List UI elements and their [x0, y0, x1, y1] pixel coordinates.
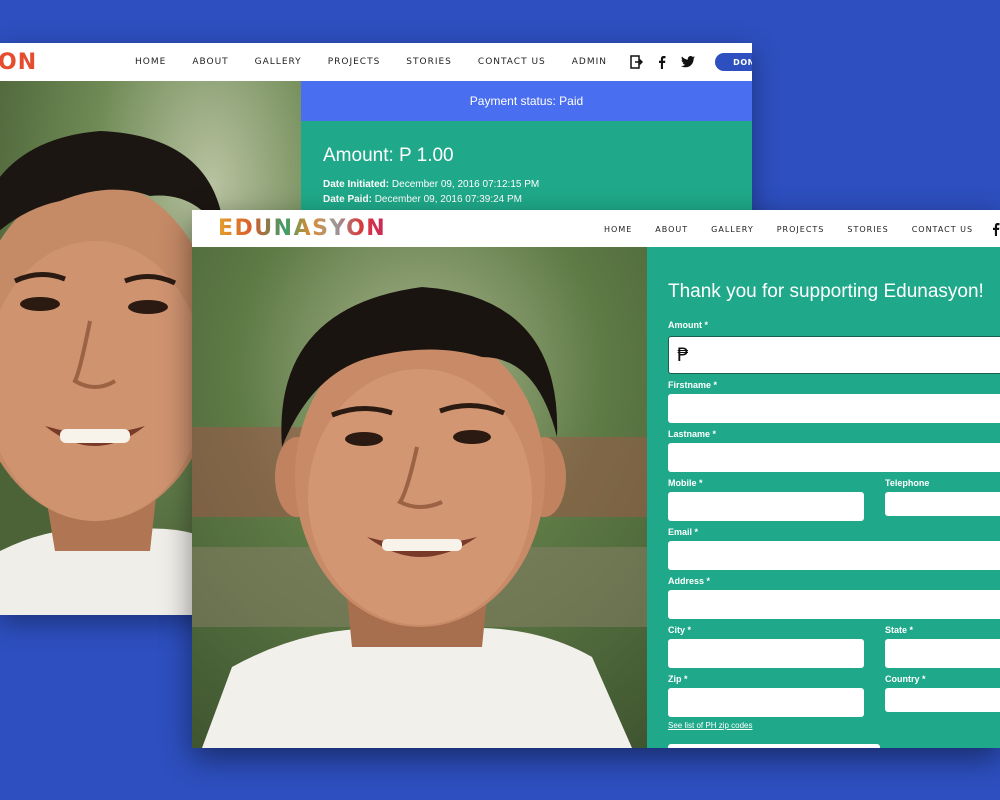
city-input[interactable]	[668, 639, 864, 668]
country-input[interactable]	[885, 688, 1000, 712]
back-nav-projects[interactable]: PROJECTS	[328, 57, 381, 67]
amount-label: Amount *	[668, 320, 708, 330]
date-paid-label: Date Paid:	[323, 194, 372, 205]
date-initiated-value: December 09, 2016 07:12:15 PM	[391, 179, 540, 190]
mobile-label: Mobile *	[668, 478, 703, 488]
state-input[interactable]	[885, 639, 1000, 668]
payment-status-bar: Payment status: Paid	[301, 81, 752, 121]
firstname-label: Firstname *	[668, 380, 718, 390]
zip-input[interactable]	[668, 688, 864, 717]
edunasyon-logo[interactable]: EDUNASYON	[218, 216, 386, 241]
lastname-input[interactable]	[668, 443, 1000, 472]
email-label: Email *	[668, 527, 699, 537]
twitter-icon[interactable]	[681, 55, 695, 69]
front-nav-links: HOME ABOUT GALLERY PROJECTS STORIES CONT…	[604, 210, 1000, 248]
back-nav-home[interactable]: HOME	[135, 57, 166, 67]
next-field-input[interactable]	[668, 744, 880, 748]
back-logo-text: ON	[0, 50, 38, 75]
address-input[interactable]	[668, 590, 1000, 619]
back-nav-gallery[interactable]: GALLERY	[255, 57, 302, 67]
lastname-label: Lastname *	[668, 429, 717, 439]
mobile-input[interactable]	[668, 492, 864, 521]
state-label: State *	[885, 625, 914, 635]
telephone-input[interactable]	[885, 492, 1000, 516]
back-nav-admin[interactable]: ADMIN	[572, 57, 607, 67]
address-label: Address *	[668, 576, 711, 586]
back-navbar: ON HOME ABOUT GALLERY PROJECTS STORIES C…	[0, 43, 752, 81]
amount-heading: Amount: P 1.00	[323, 145, 454, 166]
zip-label: Zip *	[668, 674, 688, 684]
back-nav-about[interactable]: ABOUT	[192, 57, 228, 67]
email-input[interactable]	[668, 541, 1000, 570]
payment-status-text: Payment status: Paid	[469, 94, 584, 108]
country-label: Country *	[885, 674, 926, 684]
logout-icon[interactable]	[629, 55, 643, 69]
donation-form: Thank you for supporting Edunasyon! Amou…	[647, 247, 1000, 748]
date-initiated-row: Date Initiated: December 09, 2016 07:12:…	[323, 177, 730, 192]
front-nav-gallery[interactable]: GALLERY	[711, 225, 754, 234]
logo-text: EDUNASYON	[218, 216, 387, 241]
back-nav-contact[interactable]: CONTACT US	[478, 57, 546, 67]
date-paid-row: Date Paid: December 09, 2016 07:39:24 PM	[323, 192, 730, 207]
date-initiated-label: Date Initiated:	[323, 179, 390, 190]
date-paid-value: December 09, 2016 07:39:24 PM	[374, 194, 523, 205]
front-hero-photo	[192, 247, 647, 748]
form-title: Thank you for supporting Edunasyon!	[668, 281, 984, 302]
front-navbar: EDUNASYON HOME ABOUT GALLERY PROJECTS ST…	[192, 210, 1000, 247]
firstname-input[interactable]	[668, 394, 1000, 423]
amount-input[interactable]: ₱	[668, 336, 1000, 374]
front-nav-contact[interactable]: CONTACT US	[912, 225, 973, 234]
peso-symbol: ₱	[677, 344, 690, 366]
front-nav-home[interactable]: HOME	[604, 225, 632, 234]
front-nav-stories[interactable]: STORIES	[847, 225, 888, 234]
telephone-label: Telephone	[885, 478, 930, 488]
back-nav-links: HOME ABOUT GALLERY PROJECTS STORIES CONT…	[135, 43, 752, 81]
back-nav-stories[interactable]: STORIES	[406, 57, 452, 67]
donate-button[interactable]: DONATE	[715, 53, 752, 71]
facebook-icon[interactable]	[655, 55, 669, 69]
front-browser-window: EDUNASYON HOME ABOUT GALLERY PROJECTS ST…	[192, 210, 1000, 748]
front-nav-about[interactable]: ABOUT	[655, 225, 688, 234]
zip-codes-link[interactable]: See list of PH zip codes	[668, 721, 752, 730]
front-nav-projects[interactable]: PROJECTS	[777, 225, 825, 234]
city-label: City *	[668, 625, 692, 635]
back-logo[interactable]: ON	[0, 50, 37, 75]
facebook-icon[interactable]	[989, 222, 1000, 236]
